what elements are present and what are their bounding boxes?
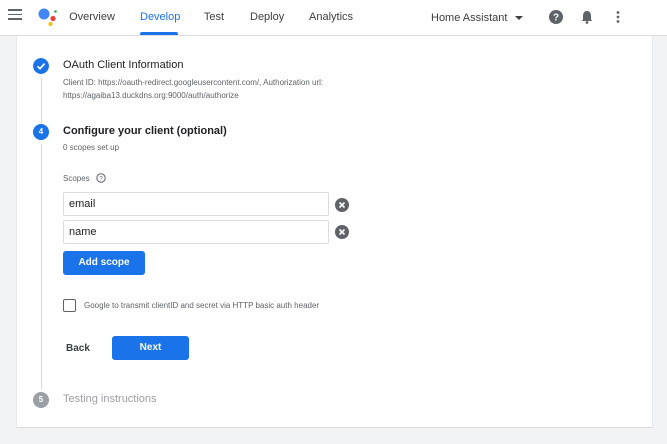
step-complete-check-icon: [33, 58, 49, 74]
tab-develop[interactable]: Develop: [140, 0, 180, 36]
scopes-label: Scopes: [63, 174, 90, 183]
remove-scope-icon[interactable]: [335, 198, 349, 212]
tab-analytics[interactable]: Analytics: [309, 0, 353, 36]
hamburger-menu-icon[interactable]: [8, 9, 22, 23]
project-name: Home Assistant: [431, 12, 508, 24]
tab-deploy[interactable]: Deploy: [250, 0, 284, 36]
step-connector: [40, 144, 42, 390]
caret-down-icon: [515, 16, 524, 20]
project-selector[interactable]: Home Assistant: [431, 0, 524, 36]
basic-auth-checkbox[interactable]: [63, 299, 76, 312]
back-button[interactable]: Back: [66, 343, 90, 354]
step-number-5: 5: [33, 392, 49, 408]
step-number-4: 4: [33, 124, 49, 140]
remove-scope-icon[interactable]: [335, 225, 349, 239]
step-title-configure: Configure your client (optional): [63, 125, 227, 137]
more-vert-icon[interactable]: [610, 9, 626, 25]
svg-text:?: ?: [99, 175, 103, 182]
google-assistant-logo-icon[interactable]: [37, 6, 59, 28]
top-app-bar: Overview Develop Test Deploy Analytics H…: [0, 0, 667, 36]
add-scope-button[interactable]: Add scope: [63, 251, 145, 275]
tab-test[interactable]: Test: [203, 0, 225, 36]
step-title-oauth: OAuth Client Information: [63, 59, 184, 71]
tab-overview[interactable]: Overview: [69, 0, 115, 36]
scope-input-name[interactable]: name: [63, 220, 329, 244]
scopes-count: 0 scopes set up: [63, 143, 120, 152]
notifications-bell-icon[interactable]: [579, 9, 595, 25]
oauth-detail-line2: https://agaiba13.duckdns.org:9000/auth/a…: [63, 91, 239, 100]
next-button[interactable]: Next: [112, 336, 189, 360]
help-icon[interactable]: ?: [548, 9, 564, 25]
scrollbar-track[interactable]: [659, 36, 665, 428]
svg-text:?: ?: [553, 13, 559, 24]
step-connector: [40, 78, 42, 124]
scope-input-email[interactable]: email: [63, 192, 329, 216]
help-outline-icon[interactable]: ?: [96, 173, 106, 183]
oauth-detail-line1: Client ID: https://oauth-redirect.google…: [63, 78, 324, 87]
basic-auth-checkbox-label: Google to transmit clientID and secret v…: [84, 301, 320, 310]
setup-card: OAuth Client Information Client ID: http…: [16, 36, 653, 428]
step-title-testing[interactable]: Testing instructions: [63, 393, 157, 405]
